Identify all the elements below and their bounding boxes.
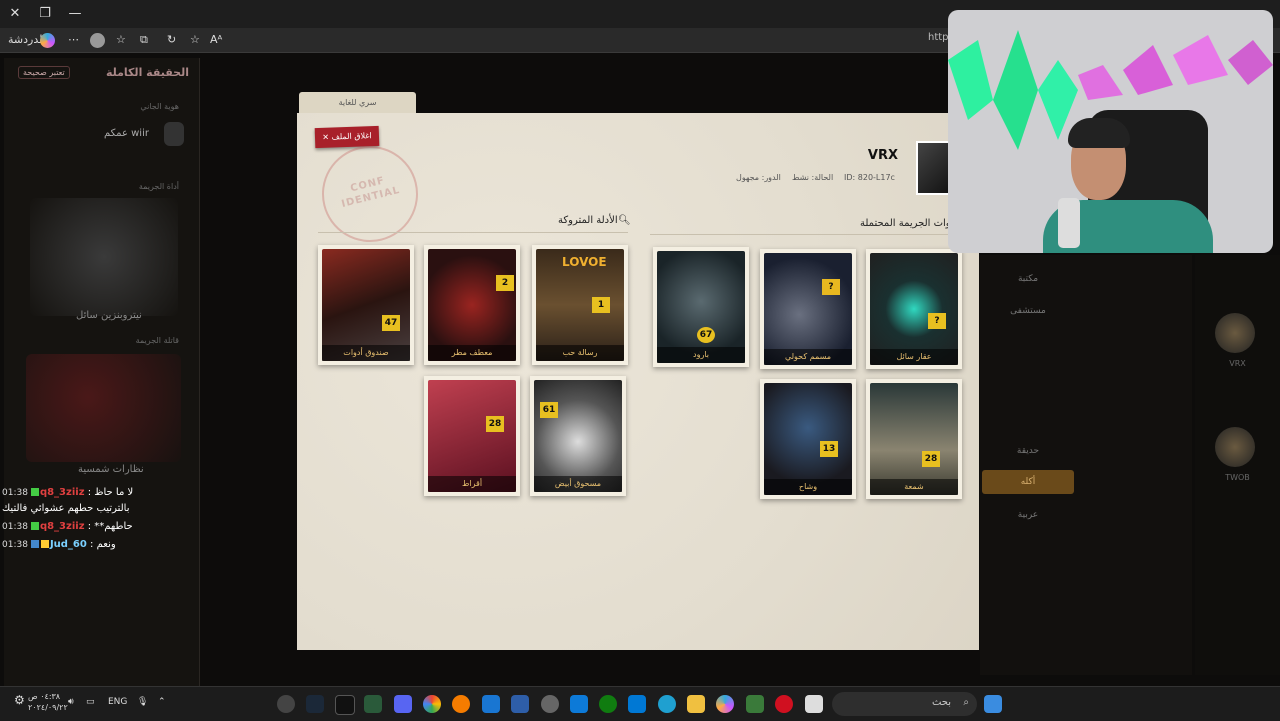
app-icon[interactable] bbox=[746, 695, 764, 713]
network-icon[interactable]: ▭ bbox=[86, 697, 95, 707]
copilot-icon[interactable] bbox=[40, 31, 55, 49]
mail-icon[interactable] bbox=[570, 695, 588, 713]
weapons-section-title: أدوات الجريمة المحتملة bbox=[860, 218, 958, 229]
chat-message: 01:38 Jud_60 : ونعم bbox=[2, 539, 116, 550]
favorites-icon[interactable]: ☆ bbox=[116, 31, 126, 49]
volume-icon[interactable]: 🔊︎ bbox=[68, 697, 74, 707]
weapon-heading: أداة الجريمة bbox=[138, 182, 179, 191]
pink-light-panels bbox=[1078, 35, 1273, 100]
mic-tray-icon[interactable]: 🎙︎ bbox=[137, 697, 148, 707]
evidence-divider bbox=[318, 232, 628, 233]
motive-heading: قاتلة الجريمة bbox=[135, 336, 179, 345]
tiktok-icon[interactable] bbox=[335, 695, 355, 715]
account-icon[interactable] bbox=[90, 31, 105, 49]
player-label: VRX bbox=[1229, 359, 1246, 368]
app-icon[interactable] bbox=[805, 695, 823, 713]
close-window-icon[interactable]: ✕ bbox=[4, 4, 26, 24]
players-panel: VRX TWOB bbox=[1195, 255, 1280, 675]
explorer-icon[interactable] bbox=[687, 695, 705, 713]
evidence-card[interactable]: LOVOE 1 رسالة حب bbox=[532, 245, 628, 365]
evidence-card[interactable]: 28 أقراط bbox=[424, 376, 520, 496]
location-item[interactable]: حديقة bbox=[982, 439, 1074, 463]
refresh-icon[interactable]: ↻ bbox=[167, 31, 176, 49]
location-item[interactable]: عربية bbox=[982, 503, 1074, 527]
suspect-status: الحالة: نشط bbox=[792, 173, 834, 182]
player-label: TWOB bbox=[1225, 473, 1250, 482]
store-icon[interactable] bbox=[628, 695, 646, 713]
search-icon: ⌕ bbox=[963, 697, 969, 708]
panel-title: الحقيقة الكاملة bbox=[105, 66, 189, 79]
app-icon[interactable] bbox=[277, 695, 295, 713]
weapon-image bbox=[30, 198, 178, 316]
add-favorite-icon[interactable]: ☆ bbox=[190, 31, 200, 49]
app-icon[interactable] bbox=[364, 695, 382, 713]
location-item[interactable]: مستشفى bbox=[982, 299, 1074, 323]
taskbar-search[interactable]: بحث ⌕ bbox=[832, 692, 977, 716]
chat-message: 01:38 q8_3ziiz : لا ما حاظ bbox=[2, 487, 134, 498]
culprit-avatar bbox=[164, 122, 184, 146]
evidence-card[interactable]: 47 صندوق أدوات bbox=[318, 245, 414, 365]
suspect-id: ID: 820-L17c bbox=[844, 173, 895, 182]
discord-icon[interactable] bbox=[394, 695, 412, 713]
weapon-card[interactable]: 13 وشاح bbox=[760, 379, 856, 499]
weapons-divider bbox=[650, 234, 948, 235]
windows-start-icon[interactable] bbox=[984, 695, 1002, 713]
left-truth-panel: الحقيقة الكاملة تعتبر صحيحة هوية الجاني … bbox=[4, 58, 200, 686]
weapon-card[interactable]: ? عقار سائل bbox=[866, 249, 962, 369]
culprit-heading: هوية الجاني bbox=[140, 102, 179, 111]
edge-icon[interactable] bbox=[658, 695, 676, 713]
weapon-card[interactable]: ? مسمم كحولي bbox=[760, 249, 856, 369]
app-icon[interactable] bbox=[482, 695, 500, 713]
folder-tab: سري للغاية bbox=[299, 92, 416, 114]
minimize-window-icon[interactable]: — bbox=[64, 4, 86, 24]
status-badge: تعتبر صحيحة bbox=[18, 66, 70, 79]
settings-tray-icon[interactable]: ⚙ bbox=[14, 693, 25, 707]
motive-name: نظارات شمسية bbox=[78, 464, 144, 475]
firefox-icon[interactable] bbox=[452, 695, 470, 713]
xbox-icon[interactable] bbox=[599, 695, 617, 713]
language-indicator[interactable]: ENG bbox=[108, 697, 127, 707]
windows-taskbar: ⚙ ٠٤:٣٨ ص ٢٠٢٤/٠٩/٢٢ 🔊︎ ▭ ENG 🎙︎ ⌃ بحث ⌕ bbox=[0, 686, 1280, 721]
chat-message: 01:38 q8_3ziiz : **حاطهم bbox=[2, 521, 133, 532]
right-location-panel: مكتبة مستشفى حديقة أكله عربية bbox=[980, 255, 1192, 675]
more-menu-icon[interactable]: ⋯ bbox=[68, 31, 79, 49]
webcam-overlay bbox=[948, 10, 1273, 253]
settings-icon[interactable] bbox=[541, 695, 559, 713]
weapon-card[interactable]: 67 بارود bbox=[653, 247, 749, 367]
copilot-icon[interactable] bbox=[716, 695, 734, 713]
player-avatar[interactable] bbox=[1215, 313, 1255, 353]
collections-icon[interactable]: ⧉ bbox=[140, 31, 148, 49]
evidence-card[interactable]: 2 معطف مطر bbox=[424, 245, 520, 365]
opera-icon[interactable] bbox=[775, 695, 793, 713]
chevron-up-icon[interactable]: ⌃ bbox=[158, 697, 166, 707]
weapon-name: نيتروبنزين سائل bbox=[76, 310, 142, 321]
weapon-card[interactable]: 28 شمعة bbox=[866, 379, 962, 499]
stream-chat: 01:38 q8_3ziiz : لا ما حاظ بالترتيب حطهم … bbox=[2, 486, 192, 554]
motive-image bbox=[26, 354, 181, 462]
steam-icon[interactable] bbox=[306, 695, 324, 713]
green-light-panels bbox=[948, 30, 1078, 150]
read-aloud-icon[interactable]: Aᴬ bbox=[210, 31, 222, 49]
chrome-icon[interactable] bbox=[423, 695, 441, 713]
location-item-active[interactable]: أكله bbox=[982, 470, 1074, 494]
letter-banner: LOVOE bbox=[562, 255, 607, 269]
app-icon[interactable] bbox=[511, 695, 529, 713]
evidence-section-title: الأدلة المتروكة bbox=[558, 215, 618, 226]
culprit-name: عمكم wiir bbox=[104, 128, 149, 139]
chat-message: بالترتيب حطهم عشوائي فالتيك bbox=[2, 503, 130, 514]
suspect-role: الدور: مجهول bbox=[736, 173, 781, 182]
suspect-name: VRX bbox=[867, 148, 898, 163]
restore-window-icon[interactable]: ❐ bbox=[34, 4, 56, 24]
search-icon[interactable]: 🔍︎ bbox=[618, 215, 631, 226]
player-avatar[interactable] bbox=[1215, 427, 1255, 467]
clock[interactable]: ٠٤:٣٨ ص ٢٠٢٤/٠٩/٢٢ bbox=[28, 691, 68, 713]
evidence-card[interactable]: 61 مسحوق أبيض bbox=[530, 376, 626, 496]
streamer-hair bbox=[1068, 118, 1130, 148]
microphone bbox=[1058, 198, 1080, 248]
location-item[interactable]: مكتبة bbox=[982, 267, 1074, 291]
